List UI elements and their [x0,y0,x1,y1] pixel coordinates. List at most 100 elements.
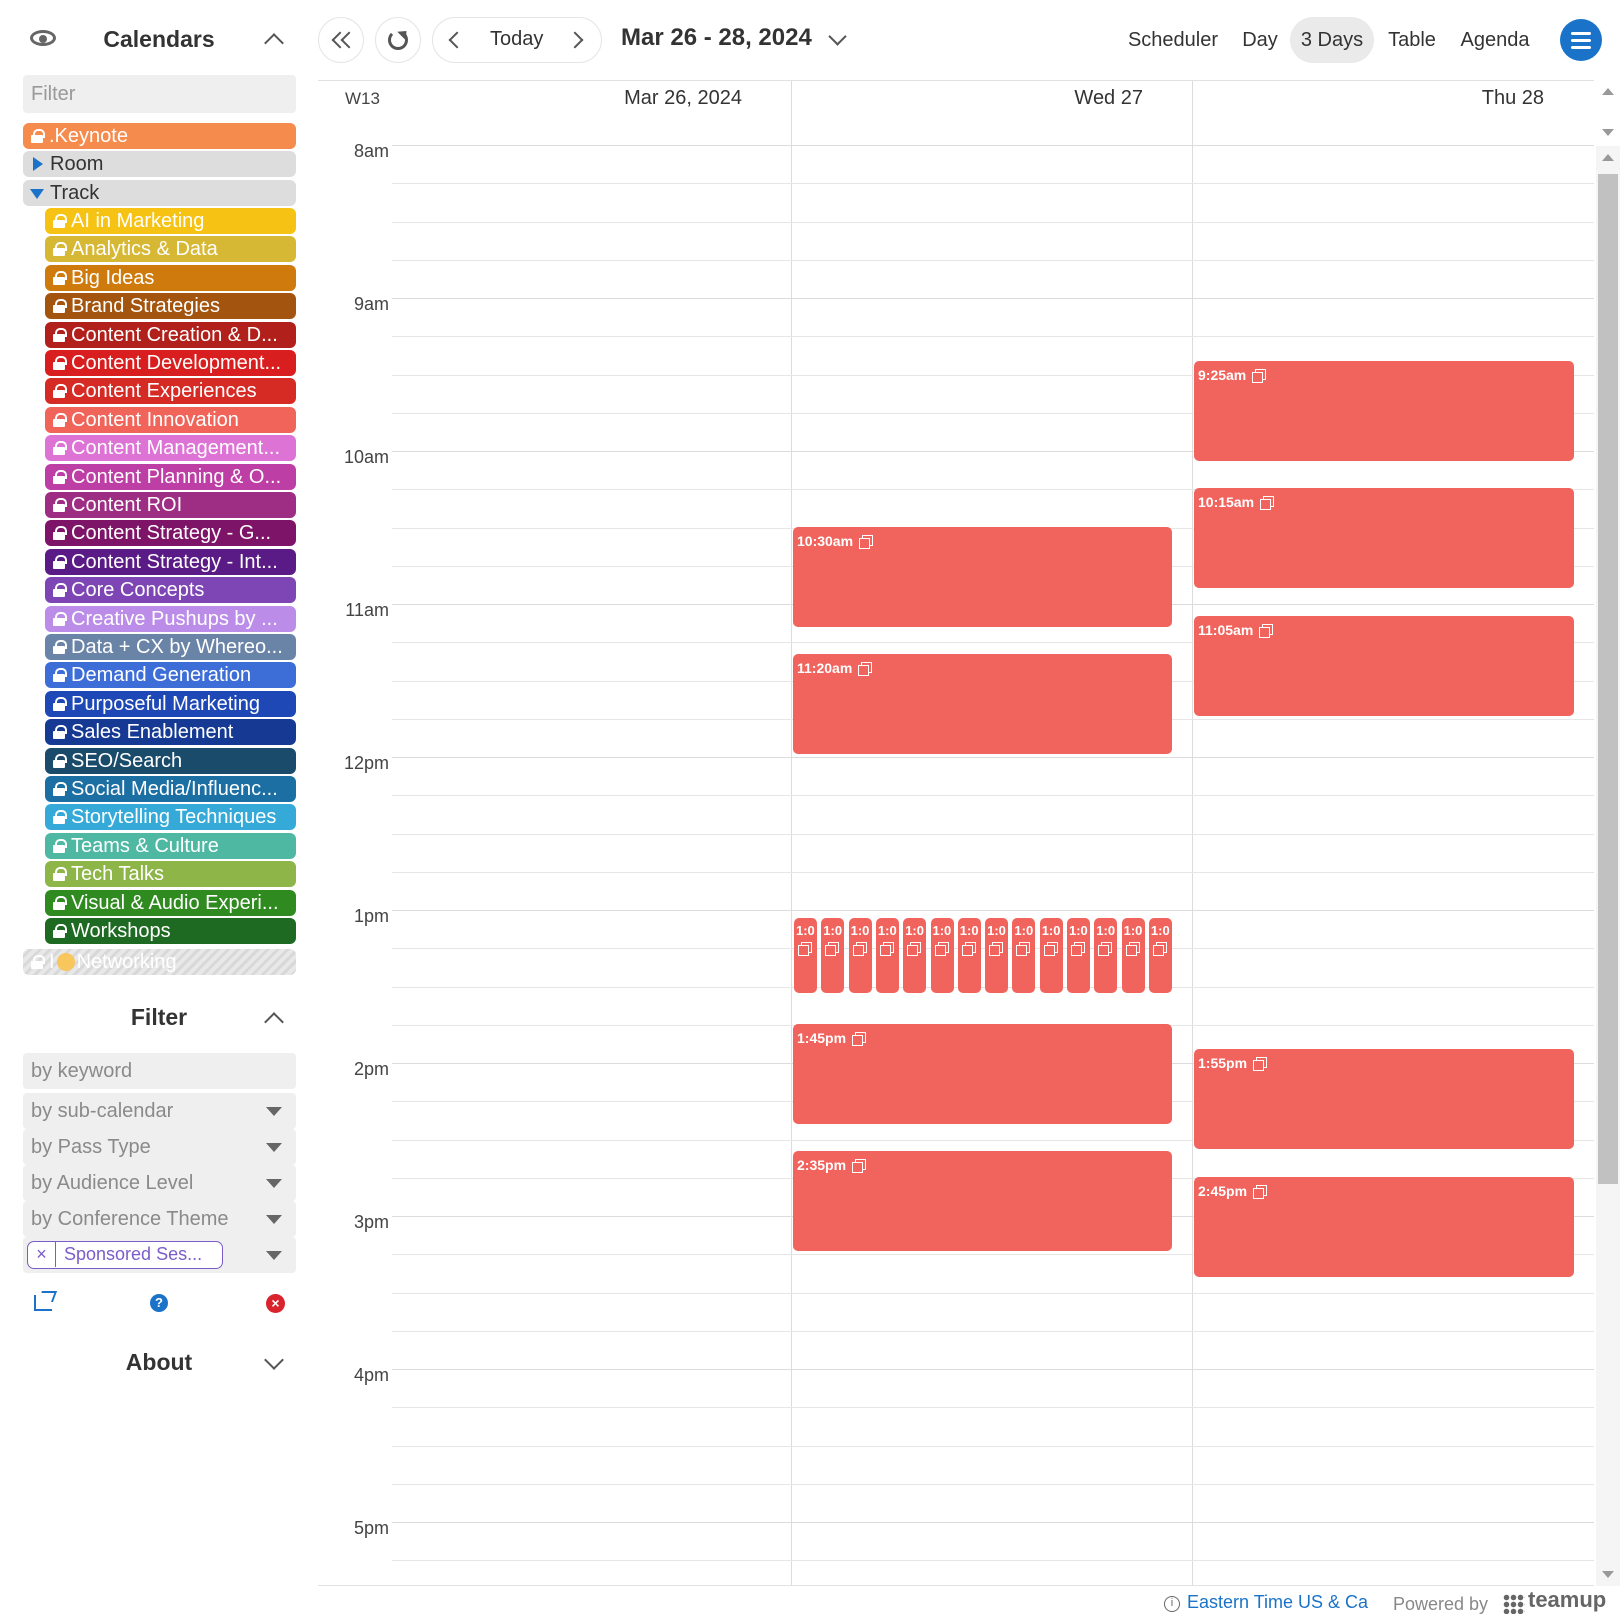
scroll-down-arrow-icon[interactable] [1602,129,1614,136]
filter-label: by Pass Type [31,1136,151,1158]
calendar-item-track[interactable]: Content ROI [45,492,296,518]
calendar-event[interactable]: 2:45pm [1194,1176,1574,1277]
calendar-event[interactable]: 10:15am [1194,488,1574,589]
calendar-event-compact[interactable]: 1:0 [875,918,899,993]
calendar-event-compact[interactable]: 1:0 [1148,918,1172,993]
view-table-tab[interactable]: Table [1380,17,1444,63]
calendar-item-track[interactable]: Content Strategy - Int... [45,548,296,575]
scroll-up-arrow-icon[interactable] [1602,88,1614,95]
next-arrow-icon[interactable] [566,31,584,49]
calendar-event-compact[interactable]: 1:0 [794,918,817,993]
calendar-item-track[interactable]: Core Concepts [45,577,296,604]
calendar-item-track[interactable]: Teams & Culture [45,832,296,859]
remove-tag-button[interactable]: × [28,1242,56,1267]
prev-arrow-icon[interactable] [448,31,466,49]
today-button[interactable]: Today [490,28,543,51]
view-scheduler-tab[interactable]: Scheduler [1118,17,1228,63]
active-tag-filter[interactable]: × Sponsored Ses... [23,1237,296,1273]
calendar-event-compact[interactable]: 1:0 [1121,918,1145,993]
calendar-event[interactable]: 1:45pm [793,1023,1172,1124]
calendar-item-keynote[interactable]: .Keynote [23,123,296,149]
calendar-item-track[interactable]: Social Media/Influenc... [45,776,296,802]
calendar-event-compact[interactable]: 1:0 [848,918,872,993]
week-number: W13 [345,89,380,108]
hamburger-bar [1571,39,1591,42]
calendar-event[interactable]: 11:05am [1194,615,1574,716]
calendar-item-track[interactable]: SEO/Search [45,747,296,774]
help-icon[interactable]: ? [150,1294,168,1312]
calendar-event-compact[interactable]: 1:0 [1012,918,1036,993]
audience-level-filter[interactable]: by Audience Level [23,1165,296,1201]
calendar-item-track[interactable]: Content Planning & O... [45,463,296,490]
calendar-event-compact[interactable]: 1:0 [1094,918,1118,993]
calendar-label: Data + CX by Whereo... [71,636,283,658]
day-header[interactable]: Wed 27 [1074,87,1143,110]
calendar-event[interactable]: 1:55pm [1194,1049,1574,1150]
hamburger-bar [1571,32,1591,35]
view-day-tab[interactable]: Day [1234,17,1286,63]
sidebar: Calendars .Keynote Room Track AI in Mark… [0,0,310,1620]
calendar-item-track[interactable]: Tech Talks [45,861,296,888]
calendar-label: SEO/Search [71,749,183,772]
timezone-link[interactable]: Eastern Time US & Ca [1187,1592,1368,1613]
keyword-filter-input[interactable]: by keyword [23,1053,296,1089]
refresh-button[interactable] [375,17,421,63]
scrollbar-thumb[interactable] [1598,174,1618,1184]
calendar-item-track[interactable]: Content Management... [45,435,296,462]
date-range-title[interactable]: Mar 26 - 28, 2024 [621,24,812,52]
calendar-item-track[interactable]: Visual & Audio Experi... [45,889,296,916]
scroll-up-arrow-icon[interactable] [1602,154,1614,161]
pass-type-filter[interactable]: by Pass Type [23,1129,296,1165]
calendar-event-compact[interactable]: 1:0 [1039,918,1063,993]
day-header[interactable]: Thu 28 [1482,87,1544,110]
calendar-event[interactable]: 2:35pm [793,1151,1172,1252]
calendar-item-track[interactable]: Content Development... [45,350,296,376]
calendar-group-room[interactable]: Room [23,151,296,177]
menu-button[interactable] [1560,19,1602,61]
scroll-down-arrow-icon[interactable] [1602,1571,1614,1578]
day-header[interactable]: Mar 26, 2024 [624,87,742,110]
calendar-item-track[interactable]: AI in Marketing [45,208,296,234]
calendar-item-track[interactable]: Content Experiences [45,378,296,405]
calendar-event-compact[interactable]: 1:0 [957,918,981,993]
calendar-event-compact[interactable]: 1:0 [930,918,954,993]
calendar-item-track[interactable]: Creative Pushups by ... [45,605,296,632]
calendar-event-compact[interactable]: 1:0 [903,918,927,993]
calendar-item-track[interactable]: Purposeful Marketing [45,690,296,717]
calendar-item-track[interactable]: Content Creation & D... [45,321,296,348]
calendar-event-compact[interactable]: 1:0 [1067,918,1090,993]
calendar-grid[interactable]: W13 Mar 26, 2024 Wed 27 Thu 28 8am 9am 10a… [318,80,1594,1586]
teamup-logo-icon[interactable] [1503,1594,1525,1614]
hour-label: 1pm [353,906,389,926]
event-time: 2:35pm [797,1157,847,1174]
collapse-icon[interactable] [30,189,44,199]
calendar-item-track[interactable]: Storytelling Techniques [45,804,296,831]
share-icon[interactable] [34,1295,52,1311]
calendar-item-track[interactable]: Content Innovation [45,406,296,433]
calendar-item-track[interactable]: Content Strategy - G... [45,520,296,547]
calendar-filter-input[interactable] [23,75,296,113]
calendar-group-track[interactable]: Track [23,180,296,206]
teamup-brand-link[interactable]: teamup [1528,1587,1606,1613]
calendar-item-track[interactable]: Brand Strategies [45,293,296,320]
calendar-event-compact[interactable]: 1:0 [821,918,845,993]
calendar-item-networking[interactable]: I Networking [23,949,296,975]
calendar-item-track[interactable]: Analytics & Data [45,236,296,263]
calendar-item-track[interactable]: Workshops [45,918,296,944]
calendar-item-track[interactable]: Big Ideas [45,264,296,291]
chevron-down-icon[interactable] [828,27,847,46]
calendar-event-compact[interactable]: 1:0 [985,918,1009,993]
calendar-event[interactable]: 11:20am [793,654,1172,754]
sub-calendar-filter[interactable]: by sub-calendar [23,1093,296,1129]
calendar-event[interactable]: 9:25am [1194,360,1574,461]
expand-icon[interactable] [33,157,43,171]
view-3days-tab[interactable]: 3 Days [1290,17,1374,63]
collapse-sidebar-button[interactable] [318,17,364,63]
view-agenda-tab[interactable]: Agenda [1452,17,1538,63]
calendar-item-track[interactable]: Demand Generation [45,662,296,689]
conference-theme-filter[interactable]: by Conference Theme [23,1201,296,1237]
calendar-item-track[interactable]: Sales Enablement [45,719,296,746]
clear-filters-icon[interactable]: × [266,1294,285,1313]
calendar-item-track[interactable]: Data + CX by Whereo... [45,634,296,660]
calendar-event[interactable]: 10:30am [793,526,1172,627]
